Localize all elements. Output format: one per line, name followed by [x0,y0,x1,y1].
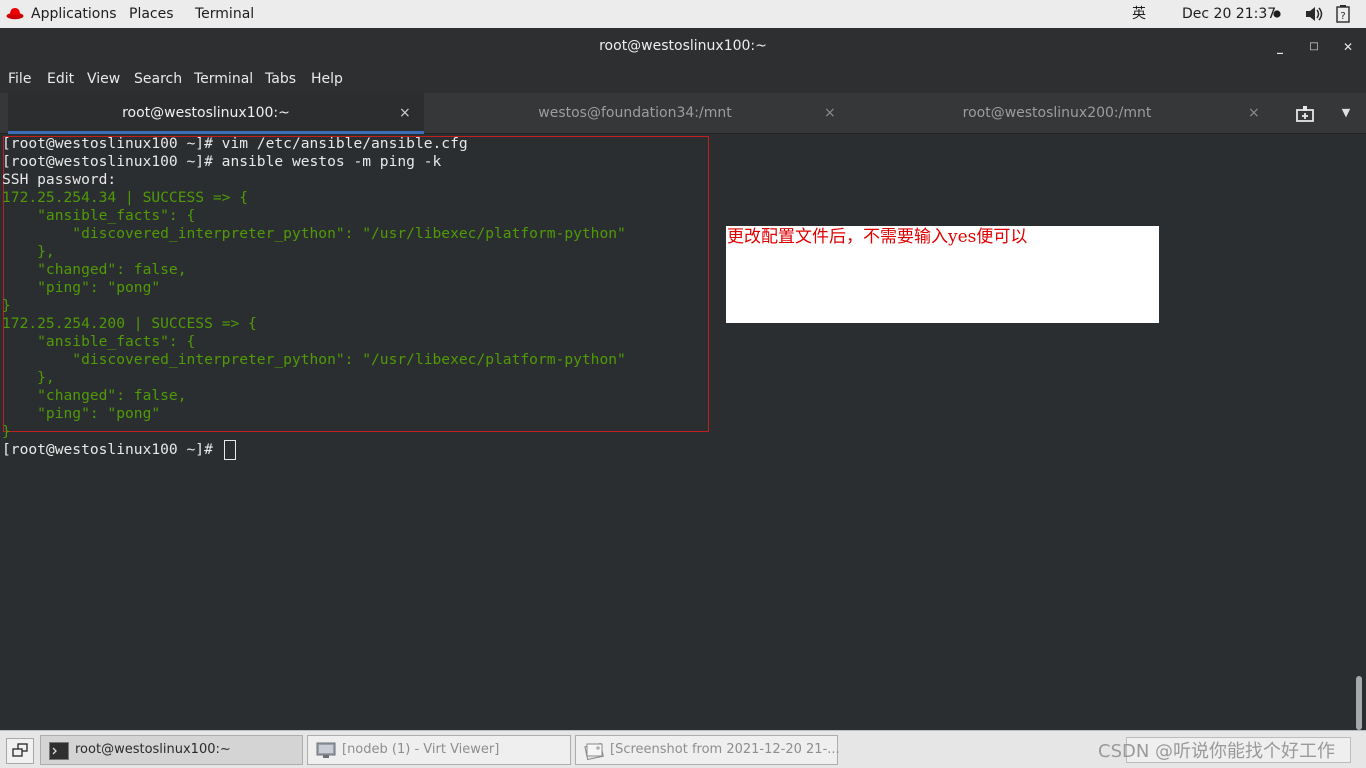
terminal-app-menu[interactable]: Terminal [195,0,254,28]
virt-viewer-icon [316,742,336,758]
terminal-line: } [2,423,11,440]
terminal-line: "ansible_facts": { [2,333,196,350]
terminal-prompt-line: [root@westoslinux100 ~]# [2,441,222,458]
taskbar-item-terminal[interactable]: root@westoslinux100:~ [40,735,303,765]
terminal-line: "ping": "pong" [2,279,161,296]
menu-help[interactable]: Help [311,66,343,92]
terminal-line: "changed": false, [2,387,187,404]
terminal-line: "ping": "pong" [2,405,161,422]
terminal-line: SSH password: [2,171,117,188]
terminal-line: } [2,297,11,314]
tab-root-westoslinux200[interactable]: root@westoslinux200:/mnt × [852,93,1272,134]
new-tab-icon[interactable] [1294,104,1316,124]
taskbar-item-screenshot[interactable]: [Screenshot from 2021-12-20 21-... [575,735,840,765]
terminal-line: 172.25.254.200 | SUCCESS => { [2,315,257,332]
tab-label: root@westoslinux100:~ [122,105,290,121]
places-menu[interactable]: Places [129,0,174,28]
show-desktop-icon [12,743,28,757]
menu-search[interactable]: Search [134,66,182,92]
menu-edit[interactable]: Edit [47,66,74,92]
show-desktop-button[interactable] [6,738,34,764]
tab-label: westos@foundation34:/mnt [538,105,732,121]
menu-file[interactable]: File [8,66,31,92]
image-viewer-icon [584,742,604,760]
menu-bar: File Edit View Search Terminal Tabs Help [0,66,1366,93]
tab-label: root@westoslinux200:/mnt [962,105,1152,121]
window-titlebar[interactable]: root@westoslinux100:~ _ □ ✕ [0,28,1366,66]
annotation-box: 更改配置文件后，不需要输入yes便可以 [726,226,1159,323]
terminal-line: "ansible_facts": { [2,207,196,224]
window-title: root@westoslinux100:~ [599,38,767,54]
text-cursor [224,440,236,460]
maximize-button[interactable]: □ [1301,34,1327,60]
tab-westos-foundation34[interactable]: westos@foundation34:/mnt × [428,93,848,134]
recording-dot-icon [1273,10,1281,18]
clock[interactable]: Dec 20 21:37 [1182,0,1276,28]
minimize-button[interactable]: _ [1267,34,1293,60]
terminal-icon [49,742,69,760]
tab-close-icon[interactable]: × [1248,93,1260,133]
tab-list-chevron-down-icon[interactable]: ▼ [1338,106,1354,120]
close-button[interactable]: ✕ [1335,34,1361,60]
terminal-line: "changed": false, [2,261,187,278]
taskbar-item-virt-viewer[interactable]: [nodeb (1) - Virt Viewer] [307,735,571,765]
terminal-line: }, [2,243,55,260]
terminal-line: }, [2,369,55,386]
taskbar-item-label: [nodeb (1) - Virt Viewer] [342,742,500,757]
volume-icon[interactable] [1305,6,1325,22]
menu-view[interactable]: View [87,66,120,92]
terminal-line: [root@westoslinux100 ~]# ansible westos … [2,153,442,170]
tab-close-icon[interactable]: × [824,93,836,133]
power-status-icon[interactable]: ? [1336,5,1350,23]
bottom-taskbar: root@westoslinux100:~ [nodeb (1) - Virt … [0,730,1366,768]
menu-terminal[interactable]: Terminal [194,66,253,92]
tab-bar: root@westoslinux100:~ × westos@foundatio… [0,93,1366,134]
terminal-line: "discovered_interpreter_python": "/usr/l… [2,225,626,242]
terminal-line: "discovered_interpreter_python": "/usr/l… [2,351,626,368]
tab-close-icon[interactable]: × [399,93,411,133]
svg-text:?: ? [1340,11,1345,22]
redhat-logo-icon [6,8,24,20]
tab-root-westoslinux100[interactable]: root@westoslinux100:~ × [8,93,424,134]
terminal-line: 172.25.254.34 | SUCCESS => { [2,189,249,206]
applications-menu[interactable]: Applications [31,0,117,28]
menu-tabs[interactable]: Tabs [265,66,296,92]
top-panel: Applications Places Terminal 英 Dec 20 21… [0,0,1366,28]
annotation-text: 更改配置文件后，不需要输入yes便可以 [727,227,1028,247]
taskbar-item-label: root@westoslinux100:~ [75,742,231,757]
watermark-text: CSDN @听说你能找个好工作 [1098,741,1336,762]
scrollbar-thumb[interactable] [1356,676,1362,730]
taskbar-item-label: [Screenshot from 2021-12-20 21-... [610,742,840,757]
input-method-indicator[interactable]: 英 [1132,0,1146,28]
terminal-view[interactable]: [root@westoslinux100 ~]# vim /etc/ansibl… [0,134,1366,730]
terminal-line: [root@westoslinux100 ~]# vim /etc/ansibl… [2,135,468,152]
